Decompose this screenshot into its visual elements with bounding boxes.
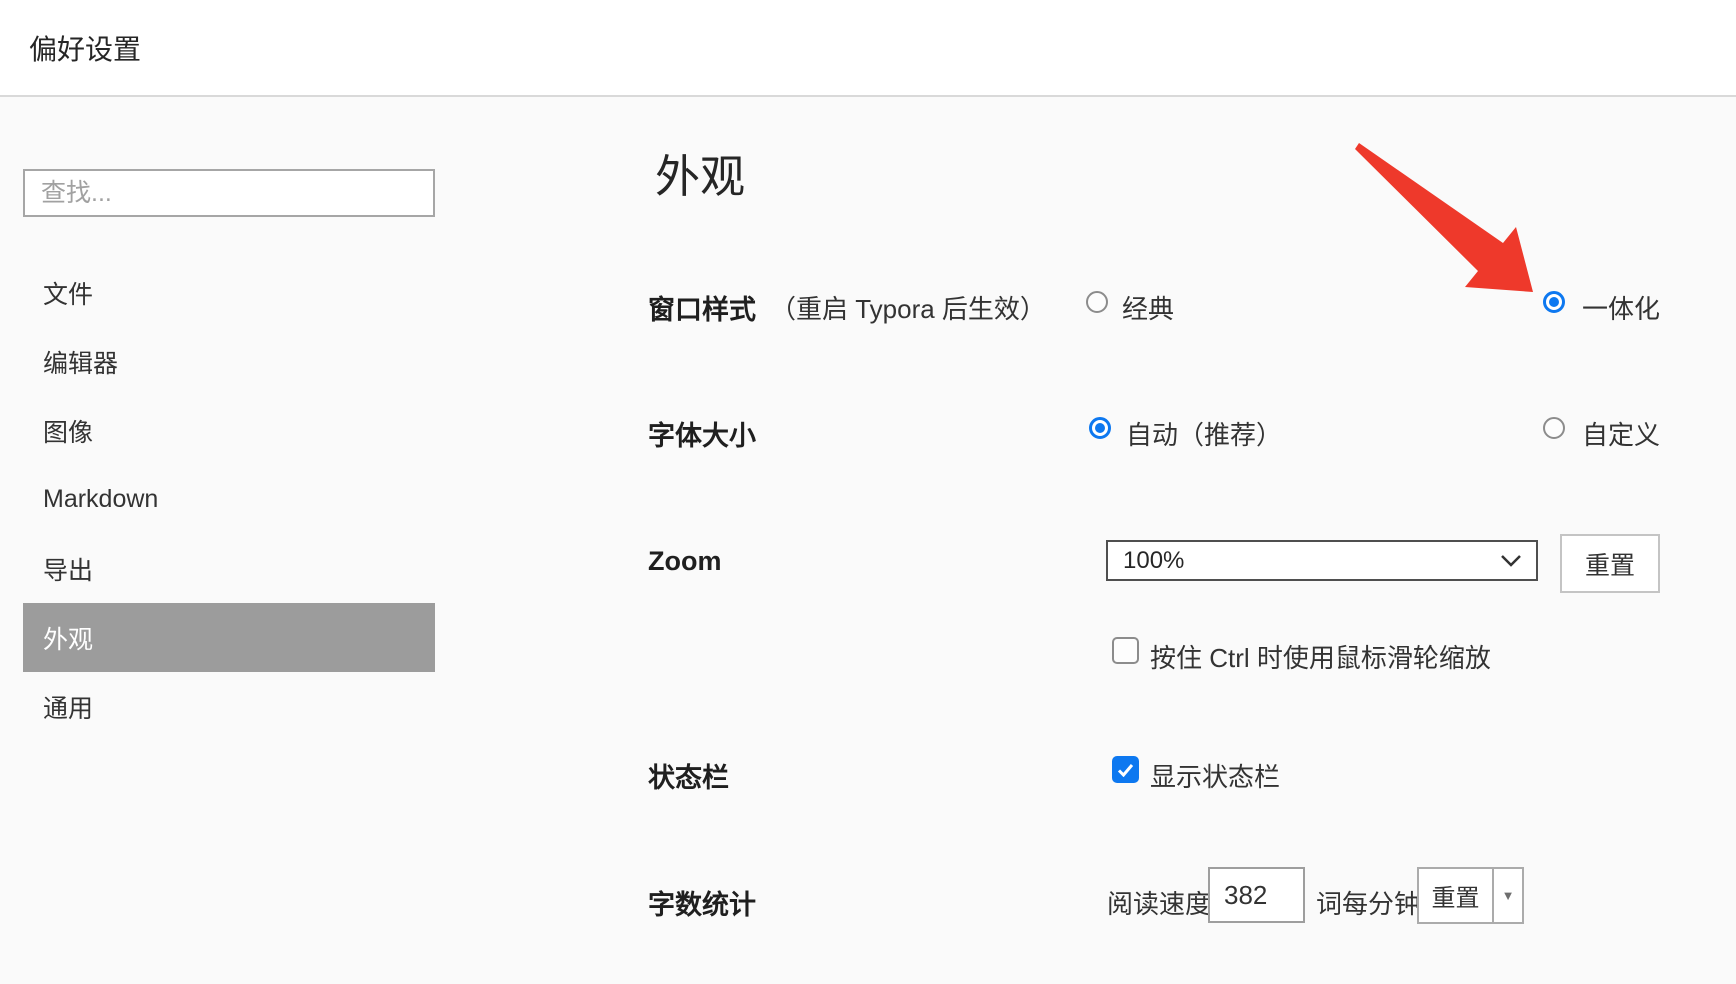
show-status-bar-checkbox[interactable] xyxy=(1112,756,1139,783)
sidebar-item-label: 外观 xyxy=(43,620,93,656)
zoom-label: Zoom xyxy=(648,546,722,577)
reading-speed-label: 阅读速度: xyxy=(1107,884,1218,921)
radio-classic[interactable] xyxy=(1086,291,1108,313)
font-size-label: 字体大小 xyxy=(648,414,756,453)
radio-custom-font-label[interactable]: 自定义 xyxy=(1582,415,1660,452)
radio-unibody-label[interactable]: 一体化 xyxy=(1582,289,1660,326)
sidebar-item-label: 编辑器 xyxy=(43,344,118,380)
words-per-minute-label: 词每分钟 xyxy=(1316,884,1420,921)
search-input[interactable] xyxy=(23,169,435,217)
status-bar-label: 状态栏 xyxy=(648,756,729,795)
window-style-label: 窗口样式 xyxy=(648,288,756,327)
window-header: 偏好设置 xyxy=(0,0,1736,97)
section-heading: 外观 xyxy=(655,140,745,205)
dropdown-arrow-icon: ▼ xyxy=(1502,888,1515,903)
sidebar-item-label: 通用 xyxy=(43,689,93,725)
sidebar-item-label: Markdown xyxy=(43,485,158,514)
zoom-reset-label: 重置 xyxy=(1585,546,1635,582)
preferences-window: 偏好设置 文件 编辑器 图像 Markdown 导出 外观 通用 外观 窗口样式… xyxy=(0,0,1736,984)
chevron-down-icon xyxy=(1500,554,1522,567)
sidebar-item-label: 图像 xyxy=(43,413,93,449)
window-style-note: （重启 Typora 后生效） xyxy=(770,289,1046,326)
ctrl-scroll-checkbox[interactable] xyxy=(1112,637,1139,664)
radio-unibody[interactable] xyxy=(1543,291,1565,313)
radio-auto-font-label[interactable]: 自动（推荐） xyxy=(1126,415,1282,452)
zoom-select-value: 100% xyxy=(1123,547,1184,575)
ctrl-scroll-label[interactable]: 按住 Ctrl 时使用鼠标滑轮缩放 xyxy=(1150,638,1491,675)
sidebar-item-markdown[interactable]: Markdown xyxy=(23,465,435,534)
radio-auto-font[interactable] xyxy=(1089,417,1111,439)
sidebar-item-files[interactable]: 文件 xyxy=(23,258,435,327)
sidebar-item-image[interactable]: 图像 xyxy=(23,396,435,465)
radio-custom-font[interactable] xyxy=(1543,417,1565,439)
sidebar-item-appearance[interactable]: 外观 xyxy=(23,603,435,672)
page-title: 偏好设置 xyxy=(29,28,141,68)
zoom-select[interactable]: 100% xyxy=(1106,540,1538,581)
sidebar-item-general[interactable]: 通用 xyxy=(23,672,435,741)
speed-reset-label: 重置 xyxy=(1432,878,1480,913)
speed-reset-split-button: 重置 ▼ xyxy=(1417,867,1524,924)
speed-reset-dropdown[interactable]: ▼ xyxy=(1494,869,1522,922)
word-count-label: 字数统计 xyxy=(648,883,756,922)
sidebar-item-label: 导出 xyxy=(43,551,93,587)
check-icon xyxy=(1117,763,1134,777)
speed-reset-button[interactable]: 重置 xyxy=(1419,869,1494,922)
reading-speed-input[interactable] xyxy=(1208,867,1305,923)
sidebar-item-label: 文件 xyxy=(43,275,93,311)
sidebar-item-editor[interactable]: 编辑器 xyxy=(23,327,435,396)
show-status-bar-label[interactable]: 显示状态栏 xyxy=(1150,757,1280,794)
radio-classic-label[interactable]: 经典 xyxy=(1122,289,1174,326)
sidebar-item-export[interactable]: 导出 xyxy=(23,534,435,603)
zoom-reset-button[interactable]: 重置 xyxy=(1560,534,1660,593)
red-arrow-annotation xyxy=(1340,130,1540,300)
